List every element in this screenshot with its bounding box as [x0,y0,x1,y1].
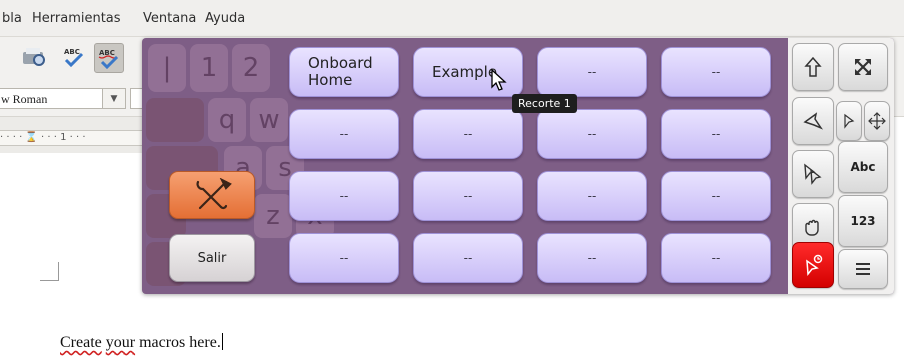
menu-ayuda[interactable]: Ayuda [205,11,245,26]
hover-click-button[interactable] [792,242,834,288]
snippet-button-6[interactable]: -- [413,109,523,159]
side-panel: Abc 123 [788,38,894,294]
numeric-layout-button[interactable]: 123 [838,195,888,247]
snippet-button-7[interactable]: -- [537,109,647,159]
doc-word-create: Create [60,334,102,351]
menu-bar: bla Herramientas Ventana Ayuda [0,0,904,37]
ghost-key-w: w [250,98,288,142]
pointer-outline-icon [844,113,855,129]
settings-button[interactable] [169,171,255,219]
abc-label: Abc [850,160,876,174]
ghost-key-1: 1 [190,44,228,92]
tools-icon [196,178,232,210]
snippet-button-8[interactable]: -- [661,109,771,159]
hand-icon [805,219,819,236]
spellcheck-icon[interactable]: ABC [60,43,88,71]
quit-button[interactable]: Salir [169,234,255,282]
snippet-button-5[interactable]: -- [289,109,399,159]
move-button[interactable] [864,101,890,141]
font-name-input[interactable]: w Roman [0,88,102,109]
tooltip: Recorte 1 [512,94,577,113]
arrow-left-outline-icon [803,112,824,130]
snippet-button-15[interactable]: -- [537,233,647,283]
hamburger-icon [856,263,870,275]
snippet-button-3[interactable]: -- [537,47,647,97]
svg-text:ABC: ABC [64,48,80,56]
doc-text-rest: macros here. [139,334,221,351]
snippet-button-16[interactable]: -- [661,233,771,283]
onboard-keyboard: | 1 2 q w a s z x Salir Onboard Home Exa… [142,38,894,294]
ghost-key-tab [146,98,204,142]
pointer-button[interactable] [836,101,862,141]
left-click-button[interactable] [792,97,834,145]
menu-ventana[interactable]: Ventana [143,11,196,26]
menu-tabla[interactable]: bla [2,11,22,26]
menu-herramientas[interactable]: Herramientas [32,11,121,26]
snippet-button-10[interactable]: -- [413,171,523,221]
double-arrow-icon [804,163,822,185]
snippet-button-12[interactable]: -- [661,171,771,221]
ruler-track[interactable]: · · · · ⌛ · · · 1 · · · [0,130,145,146]
close-keyboard-button[interactable] [838,43,888,91]
hover-click-icon [806,254,823,276]
snippet-button-14[interactable]: -- [413,233,523,283]
ghost-key-pipe: | [148,44,186,92]
print-preview-icon[interactable] [20,43,48,71]
snippet-button-4[interactable]: -- [661,47,771,97]
cross-arrows-icon [855,59,871,75]
arrow-up-outline-icon [804,56,822,77]
autospellcheck-icon[interactable]: ABC [94,43,124,73]
snippet-button-13[interactable]: -- [289,233,399,283]
ghost-key-q: q [208,98,246,142]
ghost-key-z: z [254,194,292,238]
ghost-key-2: 2 [232,44,270,92]
double-click-button[interactable] [792,150,834,198]
page-margin-corner [40,262,59,281]
menu-button[interactable] [838,249,888,289]
doc-word-your: your [105,334,136,351]
snippet-button-1[interactable]: Onboard Home [289,47,399,97]
document-text[interactable]: Create your macros here. [60,333,223,352]
move-arrows-icon [868,112,886,130]
font-dropdown-button[interactable]: ▼ [102,88,126,109]
move-up-button[interactable] [792,43,834,91]
abc-layout-button[interactable]: Abc [838,141,888,193]
snippet-button-9[interactable]: -- [289,171,399,221]
mouse-pointer-icon [491,68,507,91]
text-caret [221,333,223,350]
snippet-button-11[interactable]: -- [537,171,647,221]
numeric-label: 123 [850,214,876,228]
